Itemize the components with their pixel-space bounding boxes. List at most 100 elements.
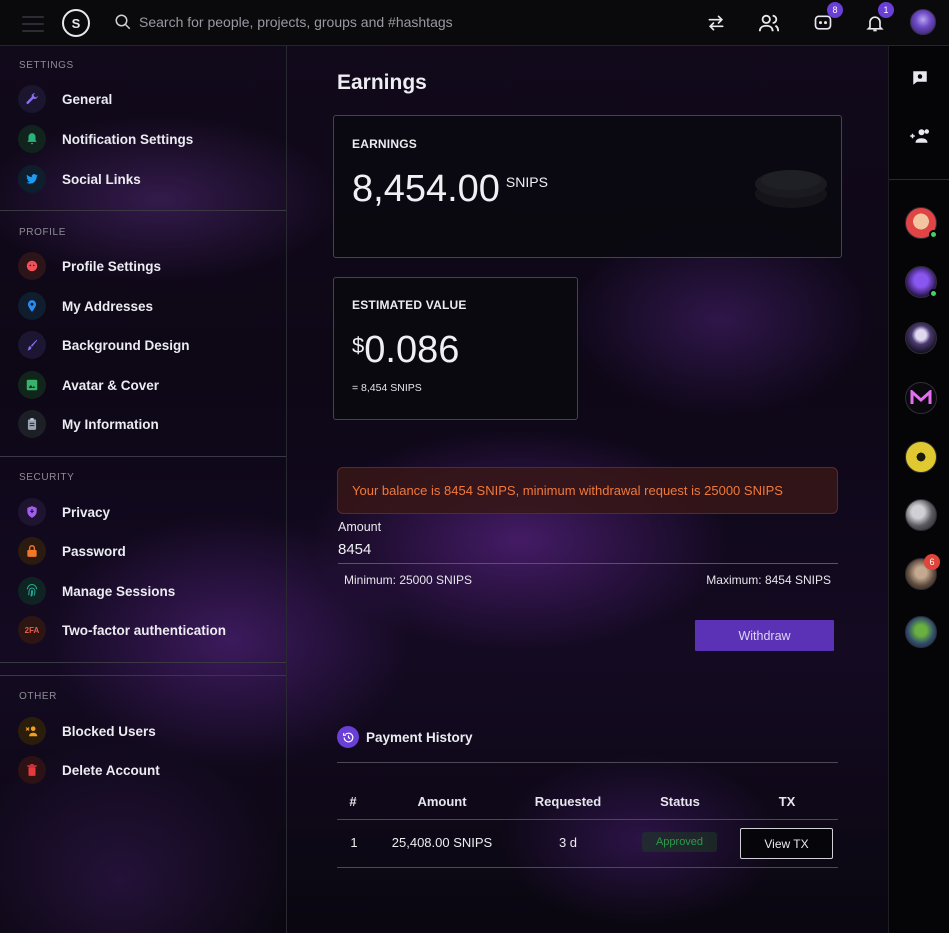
friend-avatar[interactable] xyxy=(905,266,938,298)
sidebar-item-background-design[interactable]: Background Design xyxy=(18,331,278,359)
sidebar-item-manage-sessions[interactable]: Manage Sessions xyxy=(18,577,278,605)
section-title-security: SECURITY xyxy=(19,472,75,483)
table-top-line xyxy=(337,762,838,763)
sidebar-item-label: Profile Settings xyxy=(62,258,162,274)
row-requested: 3 d xyxy=(558,835,578,850)
col-header-amount: Amount xyxy=(417,794,467,809)
table-header-line xyxy=(337,819,838,820)
friend-avatar[interactable] xyxy=(905,616,937,648)
friend-avatar[interactable] xyxy=(905,441,937,473)
user-avatar[interactable] xyxy=(910,9,936,35)
estimated-value-card: ESTIMATED VALUE $0.086 = 8,454 SNIPS xyxy=(333,277,578,420)
sidebar-item-blocked-users[interactable]: Blocked Users xyxy=(18,717,278,745)
currency-symbol: $ xyxy=(352,333,365,358)
friend-badge: 6 xyxy=(924,554,940,570)
divider xyxy=(0,456,286,457)
logo[interactable]: S xyxy=(62,9,90,37)
earnings-card: EARNINGS 8,454.00 SNIPS xyxy=(333,115,842,258)
bell-icon[interactable]: 1 xyxy=(863,2,894,35)
brush-icon xyxy=(18,331,46,359)
friend-avatar[interactable] xyxy=(905,322,937,354)
friend-avatar[interactable] xyxy=(905,207,938,239)
friend-avatar[interactable] xyxy=(905,499,937,531)
sidebar-item-label: My Addresses xyxy=(62,298,154,314)
menu-icon[interactable] xyxy=(22,16,44,37)
payment-history-header: Payment History xyxy=(337,726,473,748)
online-indicator xyxy=(929,289,938,298)
page-title: Earnings xyxy=(337,71,427,94)
estimated-value: $0.086 xyxy=(352,329,459,372)
notifications-badge: 1 xyxy=(878,2,894,18)
row-number: 1 xyxy=(350,835,358,850)
search-input[interactable] xyxy=(139,11,559,33)
divider xyxy=(0,210,286,211)
estimated-sub: = 8,454 SNIPS xyxy=(352,382,422,394)
sidebar-item-avatar-cover[interactable]: Avatar & Cover xyxy=(18,371,278,399)
amount-input[interactable] xyxy=(338,536,838,564)
col-header-requested: Requested xyxy=(534,794,602,809)
sidebar-item-my-information[interactable]: My Information xyxy=(18,410,278,438)
bell-icon xyxy=(18,125,46,153)
sidebar-item-label: General xyxy=(62,91,113,107)
rail-divider xyxy=(889,179,949,180)
maximum-text: Maximum: 8454 SNIPS xyxy=(706,573,831,587)
friends-icon[interactable] xyxy=(757,11,781,35)
withdraw-button[interactable]: Withdraw xyxy=(695,620,834,651)
sidebar-item-notification-settings[interactable]: Notification Settings xyxy=(18,125,278,153)
divider xyxy=(0,662,286,663)
minimum-text: Minimum: 25000 SNIPS xyxy=(344,573,473,587)
row-amount: 25,408.00 SNIPS xyxy=(391,835,493,850)
sidebar-item-social-links[interactable]: Social Links xyxy=(18,165,278,193)
sidebar-item-two-factor[interactable]: 2FA Two-factor authentication xyxy=(18,616,278,644)
table-bottom-line xyxy=(337,867,838,868)
sidebar-item-label: Notification Settings xyxy=(62,131,194,147)
trash-icon xyxy=(18,756,46,784)
image-icon xyxy=(18,371,46,399)
twitter-icon xyxy=(18,165,46,193)
messages-badge: 8 xyxy=(827,2,843,18)
clipboard-icon xyxy=(18,410,46,438)
search-icon xyxy=(115,14,131,30)
sidebar-item-label: Blocked Users xyxy=(62,723,156,739)
location-pin-icon xyxy=(18,292,46,320)
sidebar-item-delete-account[interactable]: Delete Account xyxy=(18,756,278,784)
switch-icon[interactable] xyxy=(704,11,728,35)
coin-stack-icon xyxy=(755,170,827,208)
divider xyxy=(0,675,286,676)
friend-avatar[interactable]: 6 xyxy=(905,554,940,590)
friend-avatar[interactable] xyxy=(905,382,937,414)
col-header-tx: TX xyxy=(778,794,796,809)
section-title-profile: PROFILE xyxy=(19,227,66,238)
settings-sidebar: SETTINGS General Notification Settings S… xyxy=(0,46,287,933)
sidebar-item-password[interactable]: Password xyxy=(18,537,278,565)
sidebar-item-label: Social Links xyxy=(62,171,141,187)
earnings-amount: 8,454.00 xyxy=(352,168,500,210)
lock-icon xyxy=(18,537,46,565)
sidebar-item-general[interactable]: General xyxy=(18,85,278,113)
status-badge: Approved xyxy=(642,832,717,852)
section-title-settings: SETTINGS xyxy=(19,60,74,71)
earnings-value: 8,454.00 SNIPS xyxy=(352,168,548,211)
block-user-icon xyxy=(18,717,46,745)
sidebar-item-label: Two-factor authentication xyxy=(62,622,226,638)
sidebar-item-profile-settings[interactable]: Profile Settings xyxy=(18,252,278,280)
estimated-value-label: ESTIMATED VALUE xyxy=(352,298,467,312)
sidebar-item-label: Avatar & Cover xyxy=(62,377,160,393)
sidebar-item-label: Delete Account xyxy=(62,762,160,778)
add-friend-icon[interactable] xyxy=(908,124,932,148)
wrench-icon xyxy=(18,85,46,113)
online-indicator xyxy=(929,230,938,239)
top-bar: S 8 1 xyxy=(0,0,949,46)
sidebar-item-my-addresses[interactable]: My Addresses xyxy=(18,292,278,320)
col-header-number: # xyxy=(349,794,357,809)
messages-icon[interactable]: 8 xyxy=(811,2,843,35)
payment-history-title: Payment History xyxy=(366,729,473,745)
fingerprint-icon xyxy=(18,577,46,605)
sidebar-item-label: My Information xyxy=(62,416,159,432)
chat-settings-icon[interactable] xyxy=(908,66,932,90)
view-tx-button[interactable]: View TX xyxy=(740,828,833,859)
sidebar-item-privacy[interactable]: Privacy xyxy=(18,498,278,526)
amount-label: Amount xyxy=(338,520,382,534)
shield-icon xyxy=(18,498,46,526)
logo-letter: S xyxy=(71,15,81,31)
